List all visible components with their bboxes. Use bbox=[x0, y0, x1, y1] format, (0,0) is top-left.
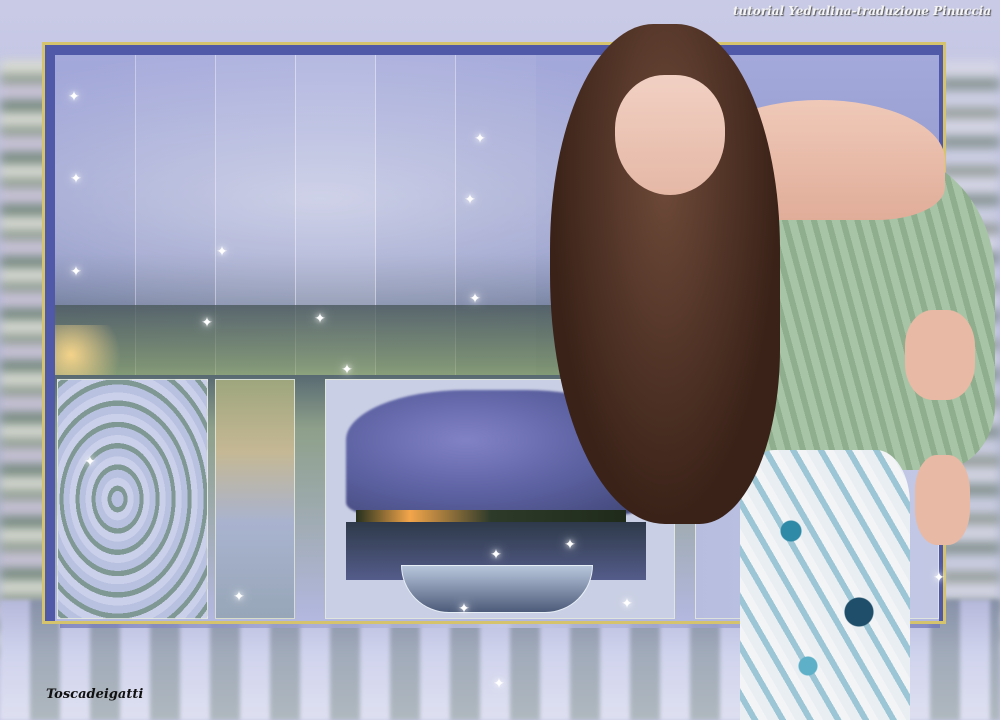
sparkle-icon: ✦ bbox=[216, 244, 228, 260]
face bbox=[615, 75, 725, 195]
sparkle-icon: ✦ bbox=[70, 171, 82, 187]
sparkle-icon: ✦ bbox=[469, 291, 481, 307]
sparkle-icon: ✦ bbox=[493, 676, 505, 692]
tutorial-credit: tutorial Yedralina-traduzione Pinuccia bbox=[733, 4, 992, 18]
sparkle-icon: ✦ bbox=[70, 264, 82, 280]
sparkle-icon: ✦ bbox=[201, 315, 213, 331]
sparkle-icon: ✦ bbox=[458, 601, 470, 617]
artist-signature: Toscadeigatti bbox=[46, 687, 144, 702]
sparkle-icon: ✦ bbox=[341, 362, 353, 378]
sparkle-icon: ✦ bbox=[68, 89, 80, 105]
sparkle-icon: ✦ bbox=[464, 192, 476, 208]
sparkle-icon: ✦ bbox=[490, 547, 502, 563]
woman-figure bbox=[545, 20, 1000, 720]
sparkle-icon: ✦ bbox=[314, 311, 326, 327]
hand-on-arm bbox=[905, 310, 975, 400]
sunset-glow bbox=[55, 325, 135, 375]
sparkle-icon: ✦ bbox=[233, 589, 245, 605]
hand-on-hip bbox=[915, 455, 970, 545]
ripple-panel bbox=[57, 379, 208, 619]
landscape-strip-panel bbox=[215, 379, 295, 619]
sparkle-icon: ✦ bbox=[84, 454, 96, 470]
floral-leggings bbox=[740, 450, 910, 720]
sparkle-icon: ✦ bbox=[474, 131, 486, 147]
